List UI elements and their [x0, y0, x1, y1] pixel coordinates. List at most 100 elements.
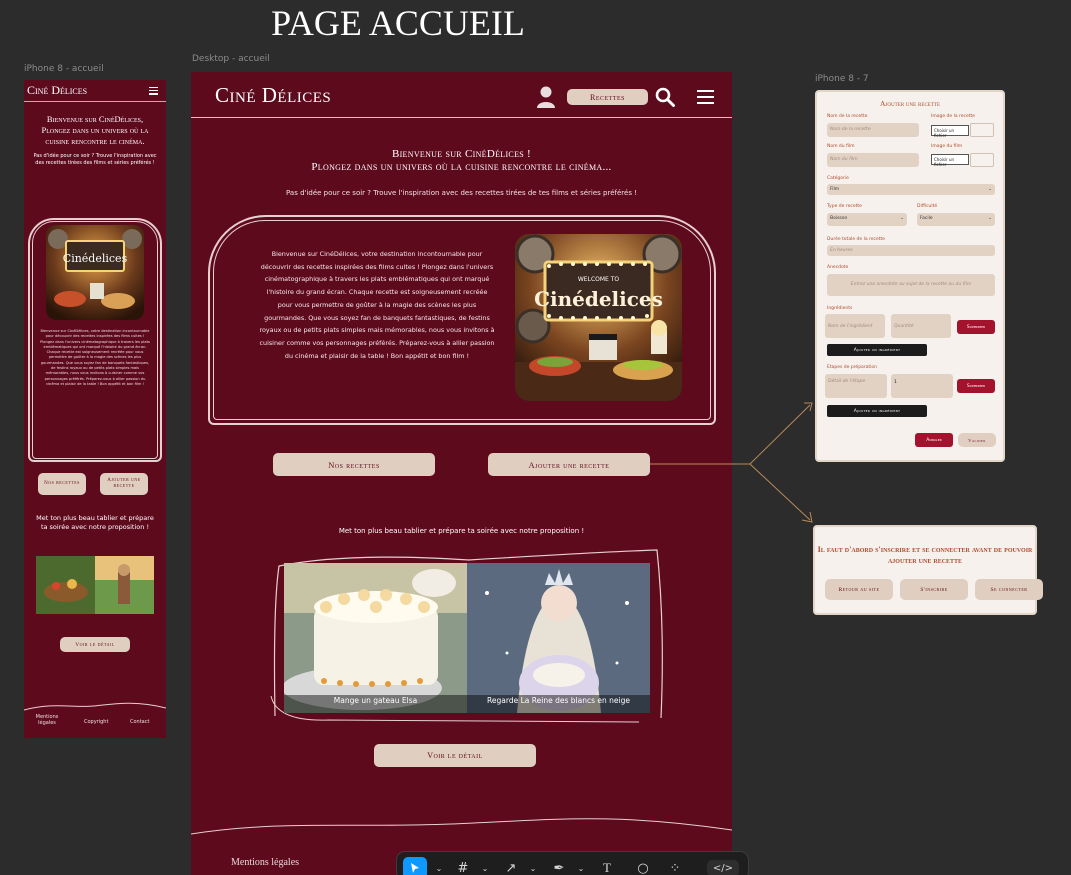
recipe-image-file-button[interactable]: Choisir un fichier — [931, 125, 969, 138]
our-recipes-button[interactable]: Nos recettes — [273, 453, 435, 476]
desktop-welcome: Bienvenue sur CinéDélices ! Plongez dans… — [191, 148, 732, 174]
recipe-name-input[interactable]: Nom de la recette — [827, 123, 919, 137]
anecdote-textarea[interactable]: Entrez une anecdote au sujet de la recet… — [827, 274, 995, 296]
mobile-gallery — [36, 556, 154, 614]
hamburger-icon[interactable] — [697, 89, 714, 105]
text-tool-icon[interactable]: T — [597, 860, 617, 875]
add-step-button[interactable]: Ajouter un ingrédient — [827, 405, 927, 417]
design-toolbar: ⌄ # ⌄ ↗ ⌄ ✒ ⌄ T ○ ⁘ </> — [396, 851, 749, 875]
desktop-proposal-text: Met ton plus beau tablier et prépare ta … — [338, 527, 585, 535]
step-number-input[interactable]: 1 — [891, 374, 953, 398]
duration-label: Durée totale de la recette — [827, 237, 886, 242]
back-to-site-button[interactable]: Retour au site — [825, 579, 893, 600]
add-ingredient-button[interactable]: Ajouter un ingrédient — [827, 344, 927, 356]
desktop-footer-mentions[interactable]: Mentions légales — [231, 857, 299, 868]
flow-connector-arrows — [650, 402, 813, 523]
iphone-frame[interactable]: Ciné Délices Bienvenue sur CinéDélices, … — [24, 80, 166, 738]
mobile-subtitle: Pas d'idée pour ce soir ? Trouve l'inspi… — [33, 153, 157, 166]
header-recipes-button[interactable]: Recettes — [567, 89, 648, 105]
desktop-logo[interactable]: Ciné Délices — [215, 83, 331, 108]
category-value: Film — [830, 187, 840, 192]
mobile-footer-copyright[interactable]: Copyright — [84, 719, 108, 725]
mobile-add-recipe-button[interactable]: Ajouter une recette — [100, 473, 148, 495]
type-select[interactable]: Boisson ⌄ — [827, 213, 907, 226]
film-image-preview — [970, 153, 994, 167]
frame-label-iphone[interactable]: iPhone 8 - accueil — [24, 64, 104, 74]
move-tool-icon[interactable] — [403, 857, 427, 875]
add-recipe-button[interactable]: Ajouter une recette — [488, 453, 650, 476]
mobile-footer-curve — [24, 702, 166, 711]
difficulty-value: Facile — [920, 216, 933, 221]
mobile-detail-button[interactable]: Voir le détail — [60, 637, 130, 652]
mobile-intro-text: Bienvenue sur CinéDélices, votre destina… — [40, 329, 150, 386]
line-tool-icon[interactable]: ↗ — [501, 860, 521, 875]
frame-tool-icon[interactable]: # — [453, 860, 473, 875]
film-image-file-button[interactable]: Choisir un fichier — [931, 154, 969, 167]
chevron-down-icon[interactable]: ⌄ — [571, 860, 591, 875]
desktop-poster-small: WELCOME TO — [578, 276, 620, 283]
mobile-footer-contact[interactable]: Contact — [130, 719, 149, 725]
type-value: Boisson — [830, 216, 848, 221]
ingredient-name-input[interactable]: Nom de l'ingrédient — [825, 314, 885, 338]
login-required-modal[interactable]: Il faut d'abord s'inscrire et se connect… — [813, 525, 1043, 615]
desktop-subtitle: Pas d'idée pour ce soir ? Trouve l'inspi… — [286, 189, 637, 197]
resources-icon[interactable]: ⁘ — [665, 860, 685, 875]
desktop-footer-curve — [191, 818, 732, 835]
chevron-down-icon[interactable]: ⌄ — [475, 860, 495, 875]
pen-tool-icon[interactable]: ✒ — [549, 860, 569, 875]
anecdote-label: Anecdote — [827, 265, 849, 270]
user-icon[interactable] — [536, 86, 556, 108]
cancel-button[interactable]: Annuler — [915, 433, 953, 447]
chevron-down-icon[interactable]: ⌄ — [429, 860, 449, 875]
chevron-down-icon: ⌄ — [900, 216, 904, 221]
recipe-image-preview — [970, 123, 994, 137]
film-image-label: Image du film — [931, 144, 963, 149]
signup-button[interactable]: S'inscrire — [900, 579, 968, 600]
chevron-down-icon: ⌄ — [988, 187, 992, 192]
frame-label-form[interactable]: iPhone 8 - 7 — [815, 74, 869, 84]
frame-label-desktop[interactable]: Desktop - accueil — [192, 54, 270, 64]
add-recipe-form-panel[interactable]: Ajouter une recette Nom de la recette No… — [815, 90, 1005, 462]
gallery-caption-snow-queen: Regarde La Reine des blancs en neige — [487, 696, 630, 705]
detail-button[interactable]: Voir le détail — [374, 744, 536, 767]
difficulty-label: Difficulté — [917, 204, 938, 209]
mobile-footer-mentions[interactable]: Mentions légales — [34, 714, 60, 726]
gallery-item-snow-queen[interactable]: Regarde La Reine des blancs en neige — [467, 563, 650, 713]
login-button[interactable]: Se connecter — [975, 579, 1043, 600]
duration-input[interactable]: En heures — [827, 245, 995, 256]
dev-mode-icon[interactable]: </> — [707, 860, 739, 875]
page-title: PAGE ACCUEIL — [271, 3, 525, 43]
film-name-input[interactable]: Nom du film — [827, 153, 919, 167]
gallery-item-elsa-cake[interactable]: Mange un gateau Elsa — [284, 563, 467, 713]
hamburger-icon[interactable] — [149, 86, 158, 95]
mobile-logo[interactable]: Ciné Délices — [27, 83, 87, 98]
delete-ingredient-button[interactable]: Supprimer — [957, 320, 995, 334]
chevron-down-icon[interactable]: ⌄ — [523, 860, 543, 875]
desktop-gallery: Mange un gateau Elsa Regarde La Reine de… — [284, 563, 650, 713]
mobile-header: Ciné Délices — [24, 80, 166, 102]
difficulty-select[interactable]: Facile ⌄ — [917, 213, 995, 226]
form-title: Ajouter une recette — [880, 99, 940, 108]
mobile-poster-title: Cinédelices — [63, 252, 128, 265]
ellipse-tool-icon[interactable]: ○ — [633, 860, 653, 875]
ingredients-label: Ingrédients — [827, 306, 853, 311]
mobile-proposal-text: Met ton plus beau tablier et prépare ta … — [36, 514, 154, 531]
desktop-poster-image: WELCOME TO Cinédelices — [515, 234, 682, 401]
delete-step-button[interactable]: Supprimer — [957, 379, 995, 393]
search-icon[interactable] — [655, 87, 675, 107]
desktop-welcome-line2: Plongez dans un univers où la cuisine re… — [311, 161, 612, 173]
mobile-our-recipes-button[interactable]: Nos recettes — [38, 473, 86, 495]
category-label: Catégorie — [827, 176, 849, 181]
steps-label: Etapes de préparation — [827, 365, 878, 370]
gallery-caption-elsa: Mange un gateau Elsa — [333, 696, 418, 705]
category-select[interactable]: Film ⌄ — [827, 184, 995, 195]
desktop-intro-text: Bienvenue sur CinéDélices, votre destina… — [259, 250, 495, 360]
type-label: Type de recette — [827, 204, 862, 209]
desktop-welcome-line1: Bienvenue sur CinéDélices ! — [391, 148, 532, 160]
ingredient-quantity-input[interactable]: Quantité — [891, 314, 951, 338]
recipe-image-label: Image de la recette — [931, 114, 976, 119]
validate-button[interactable]: Valider — [958, 433, 996, 447]
film-name-label: Nom du film — [827, 144, 855, 149]
step-description-input[interactable]: Détail de l'étape — [825, 374, 887, 398]
recipe-name-label: Nom de la recette — [827, 114, 868, 119]
